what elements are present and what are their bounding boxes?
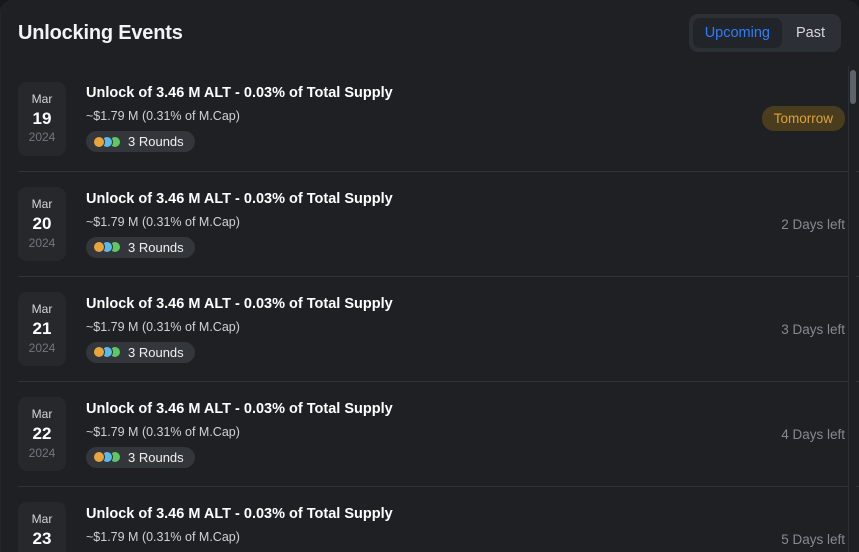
date-day: 20 xyxy=(32,214,52,234)
rounds-label: 3 Rounds xyxy=(128,449,184,465)
event-title: Unlock of 3.46 M ALT - 0.03% of Total Su… xyxy=(86,400,393,417)
event-list[interactable]: Mar 19 2024 Unlock of 3.46 M ALT - 0.03% of… xyxy=(0,66,859,552)
event-date-card: Mar 22 2024 xyxy=(18,397,66,471)
rounds-badge[interactable]: 3 Rounds xyxy=(86,236,195,258)
event-body: Unlock of 3.46 M ALT - 0.03% of Total Su… xyxy=(86,85,719,152)
date-year: 2024 xyxy=(28,340,56,355)
rounds-label: 3 Rounds xyxy=(128,344,184,360)
date-day: 23 xyxy=(32,529,52,549)
status-text: 5 Days left xyxy=(781,531,845,547)
date-year: 2024 xyxy=(28,235,56,250)
status-text: 2 Days left xyxy=(781,216,845,232)
event-date-card: Mar 21 2024 xyxy=(18,292,66,366)
unlocking-events-panel: Unlocking Events Upcoming Past Mar 19 2024… xyxy=(0,0,859,552)
event-status: 3 Days left xyxy=(735,322,845,337)
page-title: Unlocking Events xyxy=(18,21,183,44)
event-title: Unlock of 3.46 M ALT - 0.03% of Total Su… xyxy=(86,505,393,522)
event-subtitle: ~$1.79 M (0.31% of M.Cap) xyxy=(86,214,240,229)
date-month: Mar xyxy=(31,512,53,527)
event-title: Unlock of 3.46 M ALT - 0.03% of Total Su… xyxy=(86,85,393,101)
date-year: 2024 xyxy=(28,130,56,145)
event-row[interactable]: Mar 20 2024 Unlock of 3.46 M ALT - 0.03% of… xyxy=(18,171,859,276)
date-day: 21 xyxy=(32,319,52,339)
event-title: Unlock of 3.46 M ALT - 0.03% of Total Su… xyxy=(86,190,393,207)
event-status: 2 Days left xyxy=(735,217,845,232)
date-month: Mar xyxy=(31,302,53,317)
rounds-label: 3 Rounds xyxy=(128,134,184,149)
date-day: 19 xyxy=(32,108,52,128)
event-row[interactable]: Mar 21 2024 Unlock of 3.46 M ALT - 0.03% of… xyxy=(18,276,859,381)
event-row[interactable]: Mar 22 2024 Unlock of 3.46 M ALT - 0.03% of… xyxy=(18,381,859,486)
event-title: Unlock of 3.46 M ALT - 0.03% of Total Su… xyxy=(86,295,393,312)
date-day: 22 xyxy=(32,424,52,444)
event-status: 4 Days left xyxy=(735,427,845,442)
rounds-dots-icon xyxy=(93,346,121,358)
rounds-dots-icon xyxy=(93,241,121,253)
date-month: Mar xyxy=(31,91,53,106)
event-row[interactable]: Mar 19 2024 Unlock of 3.46 M ALT - 0.03% of… xyxy=(18,66,859,171)
tab-past[interactable]: Past xyxy=(784,18,837,49)
date-year: 2024 xyxy=(28,445,56,460)
rounds-badge[interactable]: 3 Rounds xyxy=(86,131,195,152)
event-subtitle: ~$1.79 M (0.31% of M.Cap) xyxy=(86,424,240,439)
event-date-card: Mar232024 xyxy=(18,502,66,552)
event-status: Tomorrow xyxy=(735,106,845,131)
rounds-label: 3 Rounds xyxy=(128,239,184,255)
rounds-badge[interactable]: 3 Rounds xyxy=(86,446,195,468)
event-body: Unlock of 3.46 M ALT - 0.03% of Total Su… xyxy=(86,191,719,258)
event-date-card: Mar 20 2024 xyxy=(18,187,66,261)
event-date-card: Mar 19 2024 xyxy=(18,81,66,156)
event-body: Unlock of 3.46 M ALT - 0.03% of Total Su… xyxy=(86,296,719,363)
event-body: Unlock of 3.46 M ALT - 0.03% of Total Su… xyxy=(86,401,719,468)
event-subtitle: ~$1.79 M (0.31% of M.Cap) xyxy=(86,319,240,334)
event-body: Unlock of 3.46 M ALT - 0.03% of Total Su… xyxy=(86,506,719,552)
event-list-scrollbar[interactable] xyxy=(848,66,856,552)
event-subtitle: ~$1.79 M (0.31% of M.Cap) xyxy=(86,109,240,123)
date-month: Mar xyxy=(31,197,53,212)
tab-group: Upcoming Past xyxy=(688,13,841,53)
rounds-dots-icon xyxy=(93,135,121,148)
rounds-badge[interactable]: 3 Rounds xyxy=(86,341,195,363)
status-text: 4 Days left xyxy=(781,426,845,442)
event-status: 5 Days left xyxy=(735,532,845,547)
status-badge: Tomorrow xyxy=(761,106,845,131)
event-row[interactable]: Mar232024Unlock of 3.46 M ALT - 0.03% of… xyxy=(18,486,859,552)
rounds-dots-icon xyxy=(93,451,121,463)
tab-upcoming[interactable]: Upcoming xyxy=(692,17,782,49)
date-month: Mar xyxy=(31,407,53,422)
scrollbar-thumb[interactable] xyxy=(850,70,856,104)
status-text: 3 Days left xyxy=(781,321,845,337)
event-subtitle: ~$1.79 M (0.31% of M.Cap) xyxy=(86,529,240,544)
panel-header: Unlocking Events Upcoming Past xyxy=(0,0,859,66)
